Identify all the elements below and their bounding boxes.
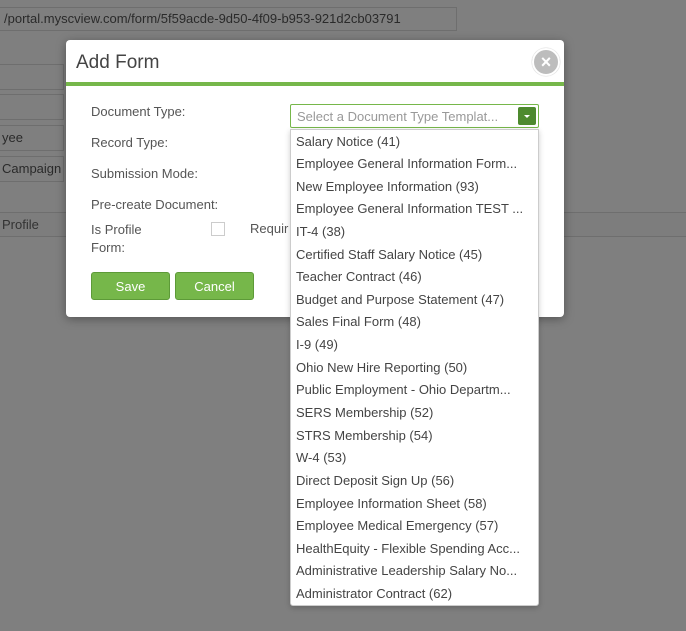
dropdown-option[interactable]: Budget and Purpose Statement (47) — [296, 289, 532, 311]
dropdown-option[interactable]: Teacher Contract (46) — [296, 266, 532, 288]
dropdown-option[interactable]: IT-4 (38) — [296, 221, 532, 243]
dropdown-option[interactable]: Employee Information Sheet (58) — [296, 493, 532, 515]
dropdown-option[interactable]: Administrator Contract (62) — [296, 583, 532, 605]
dropdown-option[interactable]: Ohio New Hire Reporting (50) — [296, 357, 532, 379]
dropdown-option[interactable]: Administrative Leadership Salary No... — [296, 560, 532, 582]
document-type-label: Document Type: — [91, 104, 186, 119]
dropdown-option[interactable]: HealthEquity - Flexible Spending Acc... — [296, 538, 532, 560]
dropdown-option[interactable]: W-4 (53) — [296, 447, 532, 469]
document-type-dropdown: Salary Notice (41) Employee General Info… — [290, 129, 539, 606]
dropdown-option[interactable]: Sales Final Form (48) — [296, 311, 532, 333]
modal-header: Add Form × — [66, 40, 564, 86]
is-profile-form-checkbox[interactable] — [211, 222, 225, 236]
modal-title: Add Form — [76, 52, 160, 73]
dropdown-option[interactable]: Employee General Information TEST ... — [296, 198, 532, 220]
dropdown-option[interactable]: I-9 (49) — [296, 334, 532, 356]
is-profile-form-label: Is Profile Form: — [91, 222, 142, 255]
dropdown-option[interactable]: Salary Notice (41) — [296, 131, 532, 153]
dropdown-option[interactable]: STRS Membership (54) — [296, 425, 532, 447]
dropdown-option[interactable]: Public Employment - Ohio Departm... — [296, 379, 532, 401]
dropdown-option[interactable]: Employee Medical Emergency (57) — [296, 515, 532, 537]
close-icon[interactable]: × — [532, 48, 560, 76]
record-type-label: Record Type: — [91, 135, 169, 150]
submission-mode-label: Submission Mode: — [91, 166, 198, 181]
document-type-select[interactable]: Select a Document Type Templat... — [290, 104, 539, 128]
required-label: Requir — [250, 221, 289, 236]
dropdown-option[interactable]: New Employee Information (93) — [296, 176, 532, 198]
cancel-button[interactable]: Cancel — [175, 272, 254, 300]
document-type-placeholder: Select a Document Type Templat... — [297, 109, 499, 124]
dropdown-option[interactable]: SERS Membership (52) — [296, 402, 532, 424]
chevron-down-icon[interactable] — [518, 107, 536, 125]
dropdown-option[interactable]: Direct Deposit Sign Up (56) — [296, 470, 532, 492]
save-button[interactable]: Save — [91, 272, 170, 300]
precreate-document-label: Pre-create Document: — [91, 197, 219, 212]
dropdown-option[interactable]: Certified Staff Salary Notice (45) — [296, 244, 532, 266]
dropdown-option[interactable]: Employee General Information Form... — [296, 153, 532, 175]
